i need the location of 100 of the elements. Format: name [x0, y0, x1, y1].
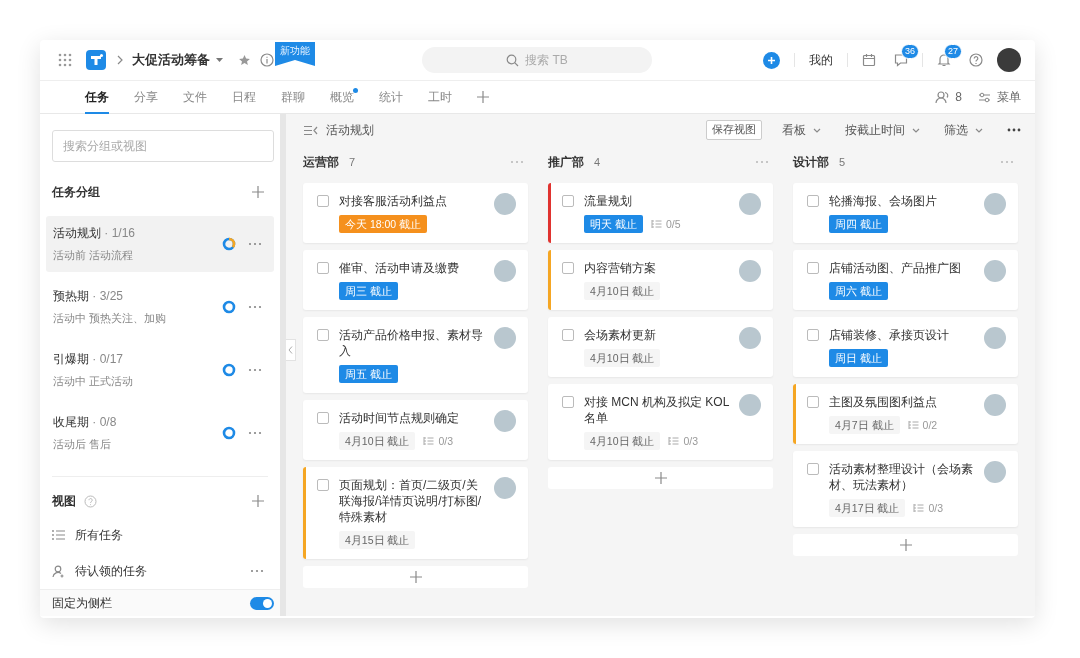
- logo-icon[interactable]: [86, 50, 106, 70]
- breadcrumb[interactable]: 活动规划: [326, 121, 374, 139]
- group-item[interactable]: 预热期 · 3/25 活动中 预热关注、加购: [46, 279, 274, 335]
- assignee-avatar: [739, 260, 761, 282]
- tab[interactable]: 概览: [330, 81, 354, 113]
- bell-icon[interactable]: [937, 53, 951, 67]
- add-icon[interactable]: [252, 495, 264, 507]
- task-card[interactable]: 主图及氛围图利益点 4月7日 截止 0/2: [793, 384, 1018, 444]
- message-count-badge: 36: [901, 44, 919, 59]
- tab[interactable]: 群聊: [281, 81, 305, 113]
- tab[interactable]: 统计: [379, 81, 403, 113]
- view-item[interactable]: 待认领的任务: [40, 553, 280, 589]
- save-view-button[interactable]: 保存视图: [706, 120, 762, 140]
- more-icon[interactable]: [1007, 128, 1021, 132]
- toolbar-dropdown[interactable]: 看板: [782, 121, 821, 139]
- tab[interactable]: 分享: [134, 81, 158, 113]
- pin-toggle[interactable]: [250, 596, 274, 610]
- task-card[interactable]: 对接客服活动利益点 今天 18:00 截止: [303, 183, 528, 243]
- view-label: 待认领的任务: [75, 562, 148, 580]
- tab[interactable]: 日程: [232, 81, 256, 113]
- group-name: 活动规划 · 1/16: [53, 225, 137, 242]
- group-name: 预热期 · 3/25: [53, 288, 125, 305]
- checkbox[interactable]: [807, 329, 819, 341]
- task-card[interactable]: 店铺装修、承接页设计 周日 截止: [793, 317, 1018, 377]
- assignee-avatar: [984, 461, 1006, 483]
- group-item[interactable]: 收尾期 · 0/8 活动后 售后: [46, 405, 274, 461]
- assignee-avatar: [739, 193, 761, 215]
- add-icon[interactable]: [477, 91, 489, 103]
- group-description: 活动后 售后: [53, 438, 112, 452]
- toolbar-dropdown[interactable]: 筛选: [944, 121, 983, 139]
- checkbox[interactable]: [562, 195, 574, 207]
- toolbar-dropdown[interactable]: 按截止时间: [845, 121, 920, 139]
- task-card[interactable]: 对接 MCN 机构及拟定 KOL 名单 4月10日 截止 0/3: [548, 384, 773, 460]
- checkbox[interactable]: [807, 396, 819, 408]
- assignee-avatar: [739, 327, 761, 349]
- column-title: 推广部: [548, 153, 584, 171]
- caret-down-icon[interactable]: [216, 57, 223, 63]
- user-avatar[interactable]: [997, 48, 1021, 72]
- column-title: 运营部: [303, 153, 339, 171]
- checkbox[interactable]: [317, 479, 329, 491]
- grid-icon[interactable]: [58, 53, 72, 67]
- group-description: 活动中 正式活动: [53, 375, 134, 389]
- collapse-sidebar-icon[interactable]: [303, 124, 318, 136]
- checkbox[interactable]: [317, 412, 329, 424]
- group-item[interactable]: 引爆期 · 0/17 活动中 正式活动: [46, 342, 274, 398]
- checkbox[interactable]: [807, 195, 819, 207]
- view-item[interactable]: 所有任务: [40, 517, 280, 553]
- progress-ring-icon: [222, 363, 236, 377]
- due-date-tag: 周四 截止: [829, 215, 888, 233]
- task-card[interactable]: 活动产品价格申报、素材导入 周五 截止: [303, 317, 528, 393]
- tab[interactable]: 文件: [183, 81, 207, 113]
- task-title: 流量规划: [584, 193, 633, 209]
- group-item[interactable]: 活动规划 · 1/16 活动前 活动流程: [46, 216, 274, 272]
- add-icon[interactable]: [763, 51, 780, 69]
- help-icon: [84, 494, 97, 508]
- tab[interactable]: 任务: [85, 81, 109, 113]
- task-card[interactable]: 催审、活动申请及缴费 周三 截止: [303, 250, 528, 310]
- subtask-count: 0/3: [913, 502, 944, 514]
- assignee-avatar: [984, 260, 1006, 282]
- task-card[interactable]: 页面规划：首页/二级页/关联海报/详情页说明/打标图/特殊素材 4月15日 截止: [303, 467, 528, 559]
- task-card[interactable]: 会场素材更新 4月10日 截止: [548, 317, 773, 377]
- checkbox[interactable]: [317, 329, 329, 341]
- column-count: 4: [594, 156, 601, 168]
- task-card[interactable]: 活动素材整理设计（会场素材、玩法素材） 4月17日 截止 0/3: [793, 451, 1018, 527]
- members-icon[interactable]: [935, 90, 950, 104]
- due-date-tag: 周五 截止: [339, 365, 398, 383]
- add-icon[interactable]: [252, 186, 264, 198]
- due-date-tag: 4月10日 截止: [339, 432, 416, 450]
- task-title: 轮播海报、会场图片: [829, 193, 938, 209]
- chevron-down-icon: [975, 127, 983, 133]
- project-title[interactable]: 大促活动筹备: [132, 51, 210, 69]
- sliders-icon[interactable]: [978, 90, 991, 104]
- due-date-tag: 4月10日 截止: [584, 349, 661, 367]
- star-icon[interactable]: [238, 53, 251, 67]
- checkbox[interactable]: [317, 195, 329, 207]
- checkbox[interactable]: [562, 396, 574, 408]
- menu-button[interactable]: 菜单: [997, 88, 1021, 106]
- chat-icon[interactable]: [894, 53, 908, 67]
- checkbox[interactable]: [807, 463, 819, 475]
- tab[interactable]: 工时: [428, 81, 452, 113]
- chevron-down-icon: [912, 127, 920, 133]
- checkbox[interactable]: [562, 329, 574, 341]
- info-icon[interactable]: [260, 53, 274, 67]
- calendar-icon[interactable]: [862, 53, 876, 67]
- task-card[interactable]: 内容营销方案 4月10日 截止: [548, 250, 773, 310]
- help-icon[interactable]: [969, 53, 983, 67]
- task-card[interactable]: 流量规划 明天 截止 0/5: [548, 183, 773, 243]
- checkbox[interactable]: [317, 262, 329, 274]
- add-icon: [409, 571, 422, 583]
- subtask-count: 0/5: [650, 218, 681, 230]
- collapse-handle[interactable]: [286, 339, 296, 361]
- checkbox[interactable]: [807, 262, 819, 274]
- task-card[interactable]: 店铺活动图、产品推广图 周六 截止: [793, 250, 1018, 310]
- mine-link[interactable]: 我的: [809, 51, 833, 69]
- checkbox[interactable]: [562, 262, 574, 274]
- task-card[interactable]: 活动时间节点规则确定 4月10日 截止 0/3: [303, 400, 528, 460]
- subtask-count: 0/3: [423, 435, 454, 447]
- task-card[interactable]: 轮播海报、会场图片 周四 截止: [793, 183, 1018, 243]
- chevron-left-icon: [288, 346, 293, 354]
- member-count[interactable]: 8: [955, 90, 962, 104]
